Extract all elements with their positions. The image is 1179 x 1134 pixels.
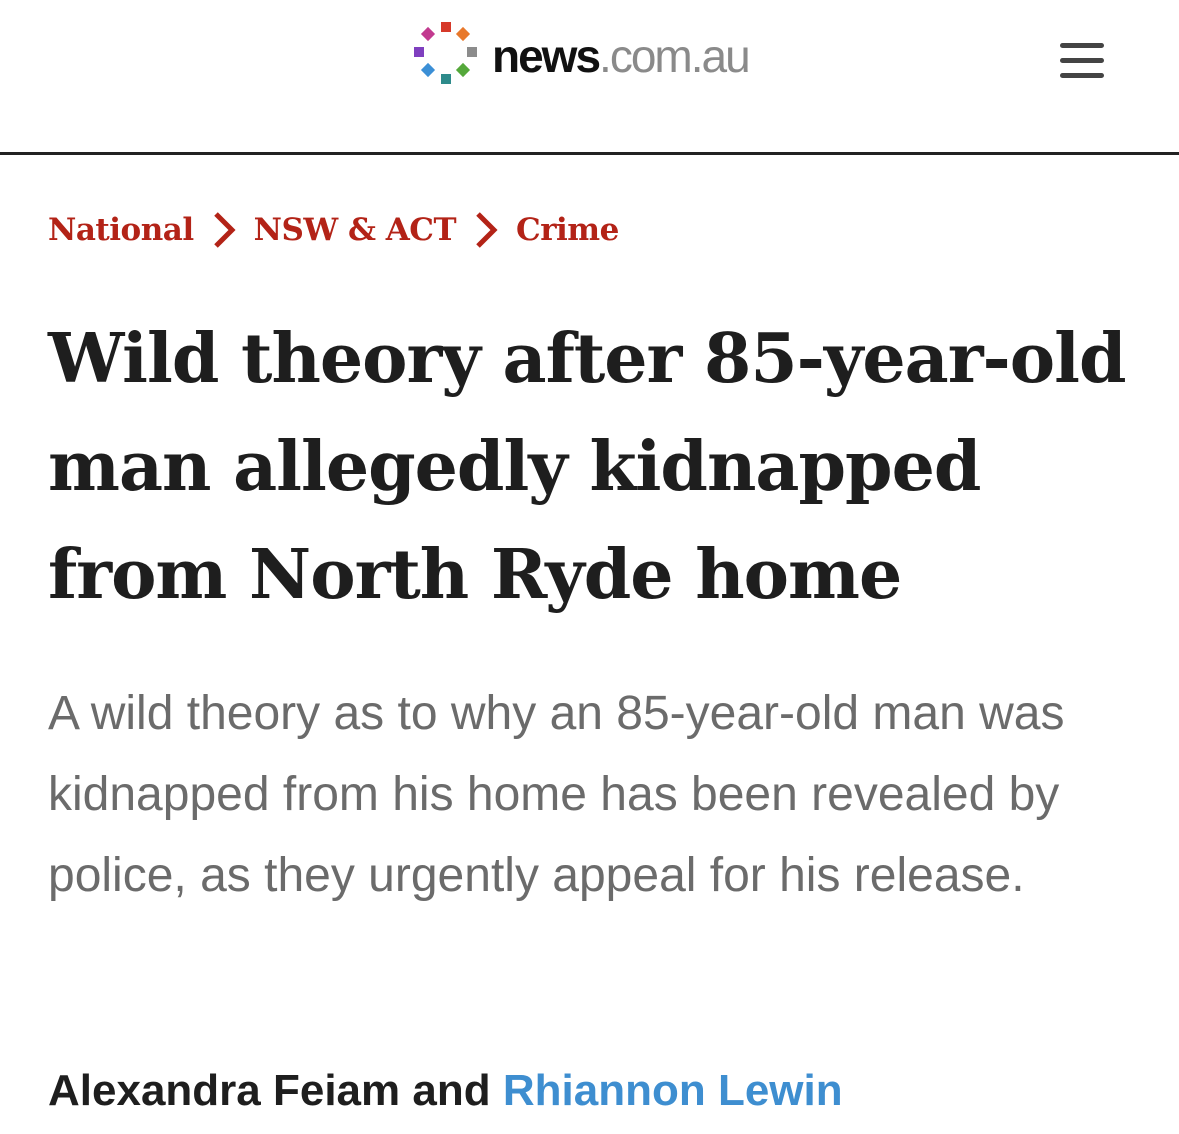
author-link[interactable]: Rhiannon Lewin [503, 1066, 843, 1115]
breadcrumb-crime[interactable]: Crime [516, 212, 619, 248]
news-logo[interactable]: news.com.au [408, 16, 751, 96]
breadcrumb-national[interactable]: National [48, 212, 194, 248]
chevron-right-icon [456, 208, 516, 252]
logo-dots-icon [414, 22, 477, 84]
author-name: Alexandra Feiam [48, 1066, 401, 1115]
logo-dot-grey [467, 47, 477, 57]
breadcrumb: National NSW & ACT Crime [48, 200, 619, 260]
logo-dot-purple [414, 47, 424, 57]
article-byline: Alexandra Feiam and Rhiannon Lewin [48, 1066, 843, 1126]
hamburger-menu-icon[interactable] [1058, 40, 1106, 82]
chevron-right-icon [194, 208, 254, 252]
menu-bar [1060, 73, 1104, 78]
logo-brand: news [492, 30, 601, 82]
logo-dot-orange [455, 26, 471, 42]
logo-dot-teal [441, 74, 451, 84]
logo-dot-green [455, 62, 471, 78]
logo-dot-magenta [420, 26, 436, 42]
breadcrumb-nsw-act[interactable]: NSW & ACT [254, 212, 457, 248]
logo-wordmark: news.com.au [492, 30, 751, 82]
article-headline: Wild theory after 85-year-old man allege… [48, 319, 1127, 615]
article-standfirst: A wild theory as to why an 85-year-old m… [48, 687, 1065, 902]
menu-bar [1060, 58, 1104, 63]
byline-conjunction: and [412, 1066, 491, 1115]
menu-bar [1060, 43, 1104, 48]
logo-dot-blue [420, 62, 436, 78]
site-header: news.com.au [0, 0, 1179, 155]
logo-suffix: .com.au [599, 30, 751, 82]
logo-dot-red [441, 22, 451, 32]
